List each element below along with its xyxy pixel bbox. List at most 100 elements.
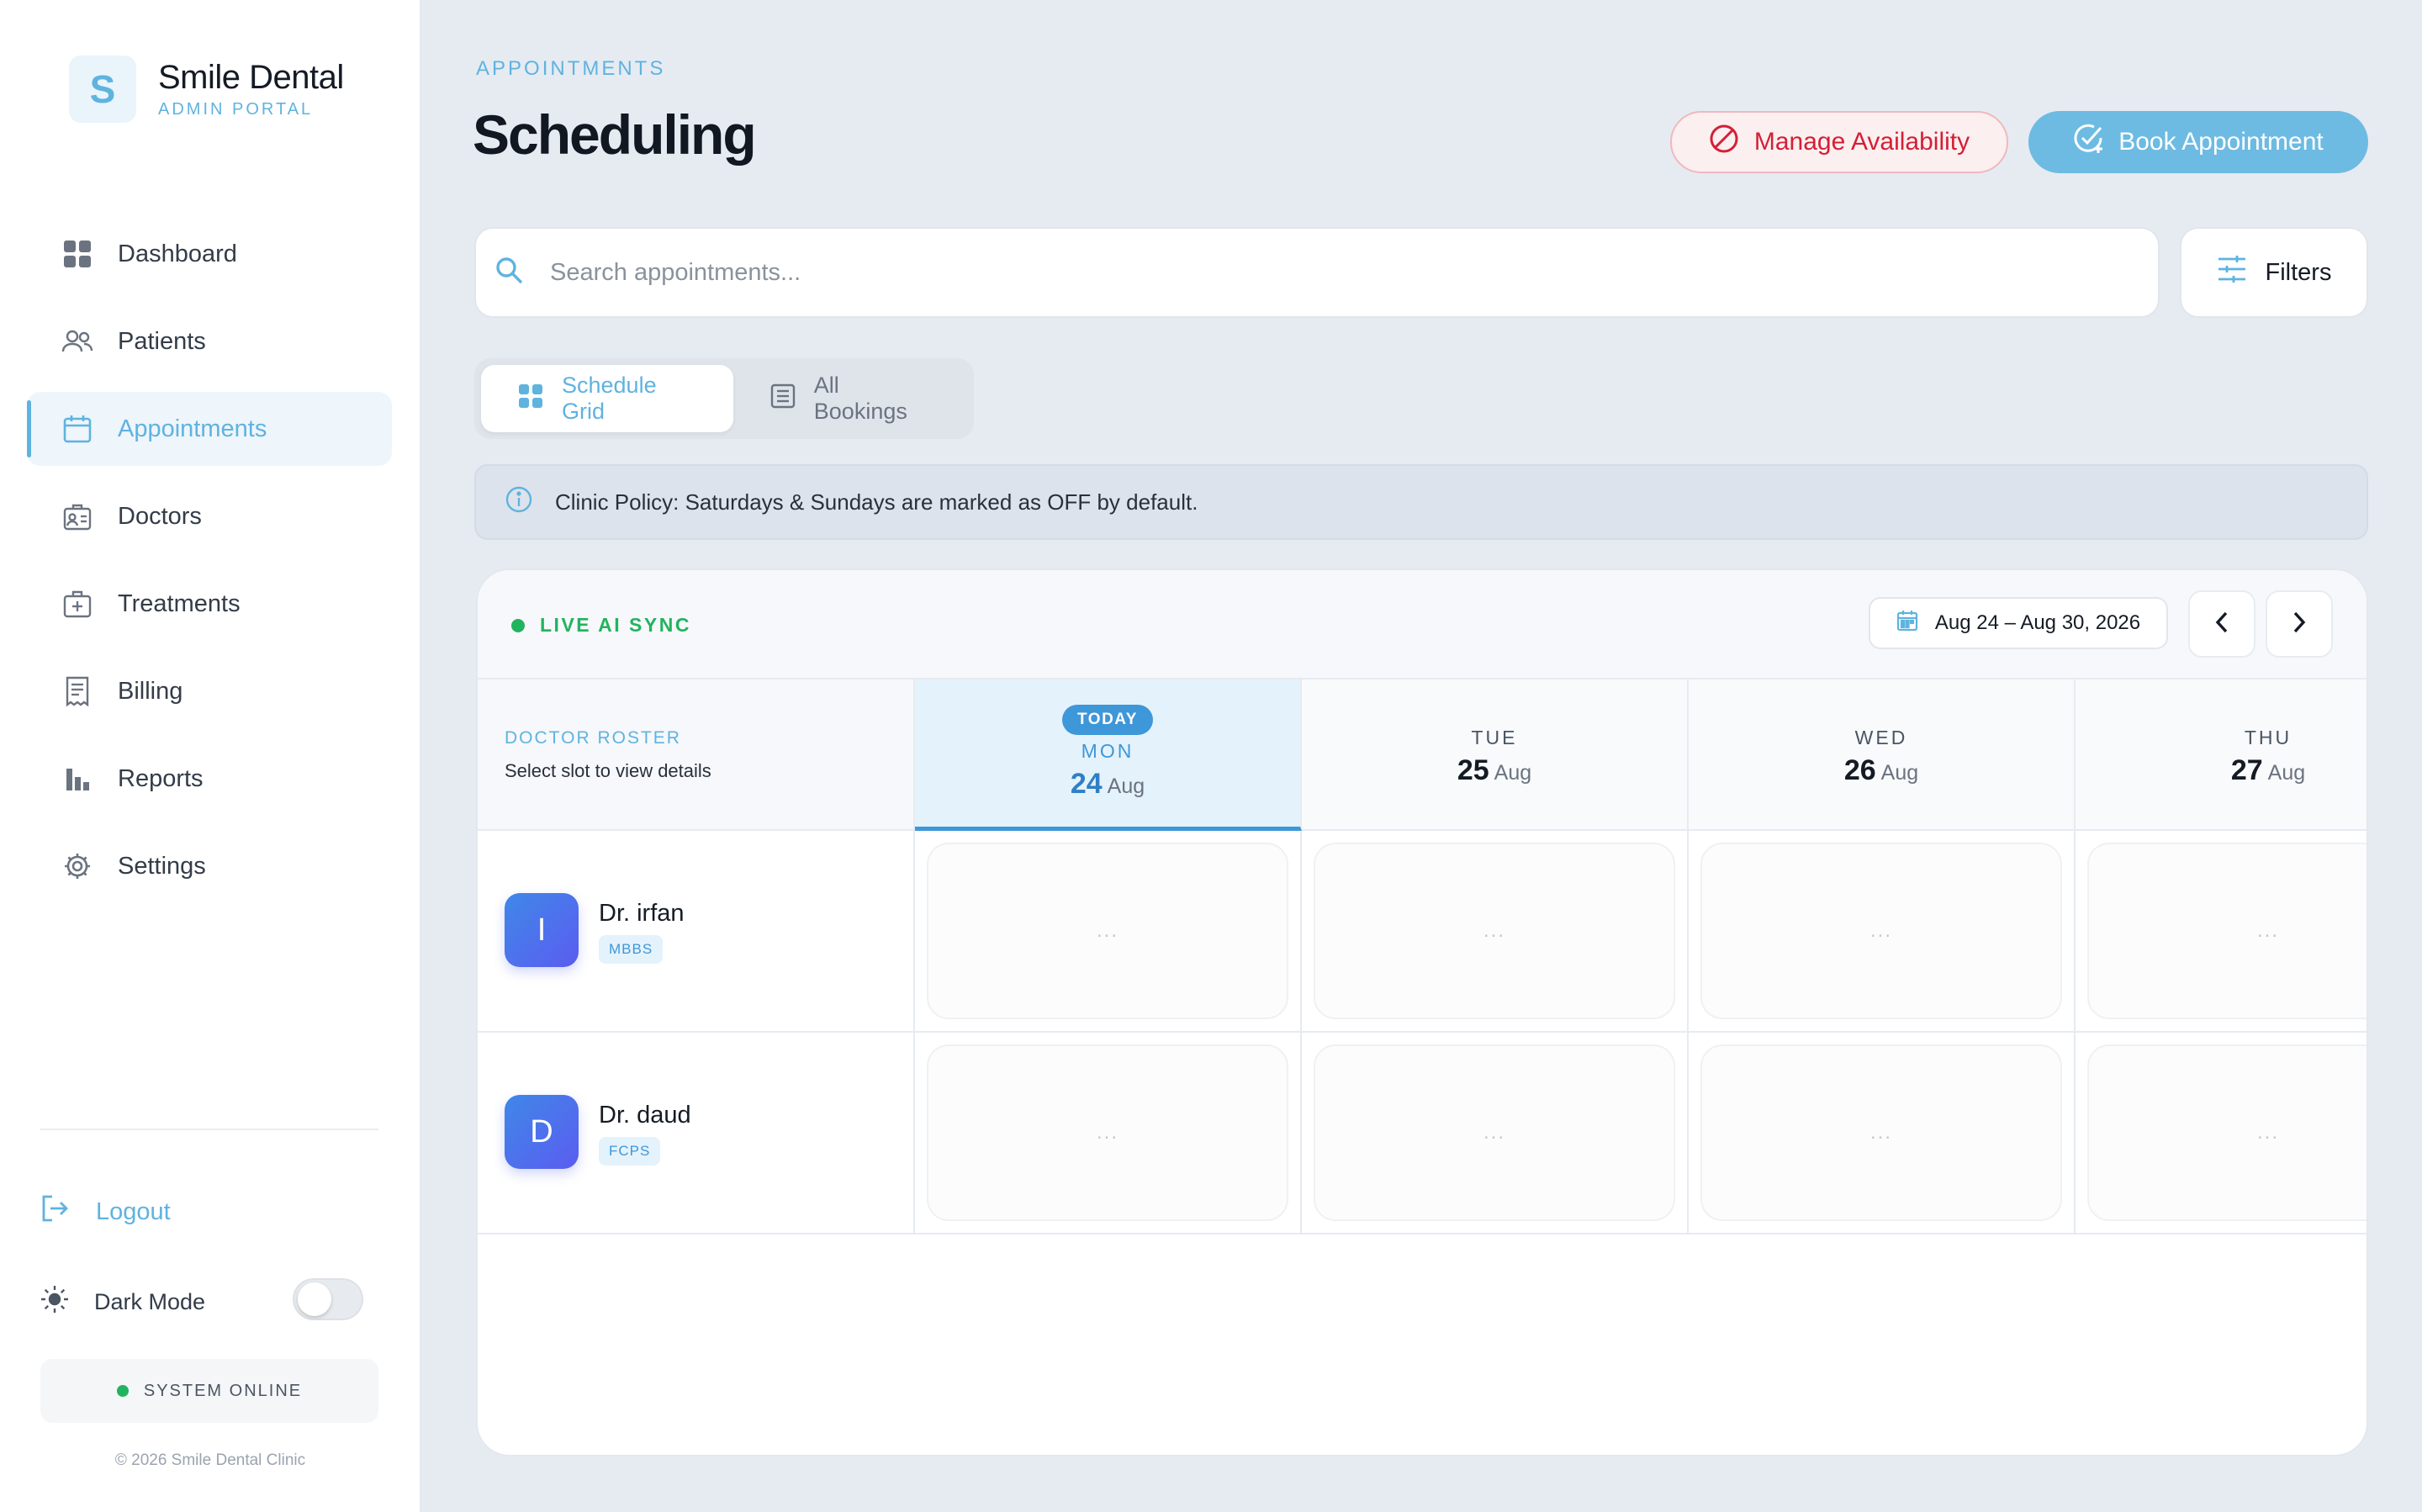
chevron-left-icon	[2213, 610, 2231, 639]
time-slot[interactable]: ...	[2087, 1044, 2366, 1221]
breadcrumb: APPOINTMENTS	[476, 57, 666, 80]
grid-icon	[518, 383, 543, 415]
doctor-name: Dr. daud	[599, 1102, 691, 1129]
sidebar-nav: Dashboard Patients Appointments Doctors …	[27, 217, 392, 917]
day-date: 26 Aug	[1843, 754, 1919, 786]
view-tabs: Schedule Grid All Bookings	[474, 358, 974, 439]
ban-icon	[1709, 124, 1739, 161]
bar-chart-icon	[61, 762, 94, 796]
slot-cell: ...	[2076, 831, 2366, 1031]
sidebar-item-dashboard[interactable]: Dashboard	[27, 217, 392, 291]
time-slot[interactable]: ...	[1700, 843, 2062, 1019]
time-slot[interactable]: ...	[1314, 1044, 1675, 1221]
search-input[interactable]	[550, 258, 2064, 287]
book-appointment-label: Book Appointment	[2118, 128, 2324, 156]
day-date: 24 Aug	[1070, 768, 1145, 800]
manage-availability-button[interactable]: Manage Availability	[1670, 111, 2008, 173]
live-dot-icon	[511, 618, 525, 632]
previous-week-button[interactable]	[2188, 590, 2255, 658]
day-header-tue[interactable]: TUE 25 Aug	[1302, 679, 1689, 829]
medical-kit-icon	[61, 587, 94, 621]
doctor-row: D Dr. daud FCPS ... ... ... ...	[478, 1033, 2366, 1234]
doctor-cell[interactable]: I Dr. irfan MBBS	[478, 831, 915, 1031]
doctor-cell[interactable]: D Dr. daud FCPS	[478, 1033, 915, 1233]
today-badge: TODAY	[1062, 705, 1153, 735]
next-week-button[interactable]	[2266, 590, 2333, 658]
sliders-icon	[2217, 255, 2247, 290]
doctor-badge-icon	[61, 500, 94, 533]
schedule-card: LIVE AI SYNC Aug 24 – Aug 30, 2026 DOCTO…	[476, 568, 2368, 1456]
sidebar-item-billing[interactable]: Billing	[27, 654, 392, 728]
calendar-icon	[1896, 610, 1918, 637]
gear-icon	[61, 849, 94, 883]
chevron-right-icon	[2290, 610, 2308, 639]
sidebar-item-patients[interactable]: Patients	[27, 304, 392, 378]
book-appointment-button[interactable]: Book Appointment	[2028, 111, 2368, 173]
status-dot-icon	[116, 1385, 129, 1397]
filters-button[interactable]: Filters	[2180, 227, 2368, 318]
sun-icon	[40, 1285, 69, 1319]
doctor-row: I Dr. irfan MBBS ... ... ... ...	[478, 831, 2366, 1033]
time-slot[interactable]: ...	[1700, 1044, 2062, 1221]
time-slot[interactable]: ...	[1314, 843, 1675, 1019]
tab-schedule-grid[interactable]: Schedule Grid	[481, 365, 733, 432]
slot-cell: ...	[915, 1033, 1302, 1233]
time-slot[interactable]: ...	[2087, 843, 2366, 1019]
day-date: 25 Aug	[1457, 754, 1532, 786]
day-name: MON	[1081, 740, 1134, 762]
policy-banner: Clinic Policy: Saturdays & Sundays are m…	[474, 464, 2368, 540]
sidebar-divider	[40, 1129, 378, 1130]
sidebar-item-label: Settings	[118, 852, 206, 880]
dark-mode-toggle[interactable]	[293, 1278, 363, 1320]
day-header-mon[interactable]: TODAY MON 24 Aug	[915, 679, 1302, 831]
live-sync-indicator: LIVE AI SYNC	[511, 614, 691, 637]
slot-cell: ...	[1689, 831, 2076, 1031]
slot-cell: ...	[915, 831, 1302, 1031]
sidebar-item-doctors[interactable]: Doctors	[27, 479, 392, 553]
sidebar-item-label: Appointments	[118, 415, 267, 442]
grid-icon	[61, 237, 94, 271]
day-header-thu[interactable]: THU 27 Aug	[2076, 679, 2366, 829]
calendar-icon	[61, 412, 94, 446]
qualification-badge: FCPS	[599, 1137, 661, 1166]
slot-cell: ...	[1302, 831, 1689, 1031]
live-sync-label: LIVE AI SYNC	[540, 614, 691, 636]
manage-availability-label: Manage Availability	[1753, 128, 1970, 156]
sidebar-item-label: Patients	[118, 327, 206, 355]
brand[interactable]: S Smile Dental ADMIN PORTAL	[69, 56, 344, 123]
dark-mode-row: Dark Mode	[40, 1278, 363, 1320]
roster-title: DOCTOR ROSTER	[505, 728, 681, 748]
sidebar-item-reports[interactable]: Reports	[27, 742, 392, 816]
sidebar-item-settings[interactable]: Settings	[27, 829, 392, 903]
logout-icon	[40, 1194, 69, 1229]
toggle-knob	[298, 1282, 331, 1316]
sidebar-item-appointments[interactable]: Appointments	[27, 392, 392, 466]
search-icon	[494, 256, 525, 290]
logout-label: Logout	[96, 1197, 171, 1225]
system-status-label: SYSTEM ONLINE	[143, 1381, 303, 1400]
search-bar	[474, 227, 2160, 318]
sidebar-item-label: Dashboard	[118, 240, 237, 267]
avatar: D	[505, 1095, 579, 1169]
tab-all-bookings[interactable]: All Bookings	[733, 365, 967, 432]
list-icon	[770, 383, 796, 415]
brand-subtitle: ADMIN PORTAL	[158, 100, 314, 119]
roster-subtitle: Select slot to view details	[505, 760, 711, 781]
day-date: 27 Aug	[2230, 754, 2306, 786]
sidebar-item-treatments[interactable]: Treatments	[27, 567, 392, 641]
logout-button[interactable]: Logout	[40, 1194, 171, 1229]
day-name: TUE	[1471, 727, 1518, 748]
day-header-wed[interactable]: WED 26 Aug	[1689, 679, 2076, 829]
sidebar-item-label: Reports	[118, 764, 204, 792]
receipt-icon	[61, 674, 94, 708]
brand-logo: S	[69, 56, 136, 123]
tab-label: All Bookings	[813, 373, 907, 424]
date-range-picker[interactable]: Aug 24 – Aug 30, 2026	[1869, 597, 2168, 649]
sidebar: S Smile Dental ADMIN PORTAL Dashboard Pa…	[0, 0, 420, 1512]
time-slot[interactable]: ...	[927, 843, 1288, 1019]
info-icon	[505, 485, 533, 520]
system-status-badge: SYSTEM ONLINE	[40, 1359, 378, 1423]
sidebar-item-label: Treatments	[118, 589, 241, 617]
time-slot[interactable]: ...	[927, 1044, 1288, 1221]
doctor-name: Dr. irfan	[599, 900, 685, 927]
